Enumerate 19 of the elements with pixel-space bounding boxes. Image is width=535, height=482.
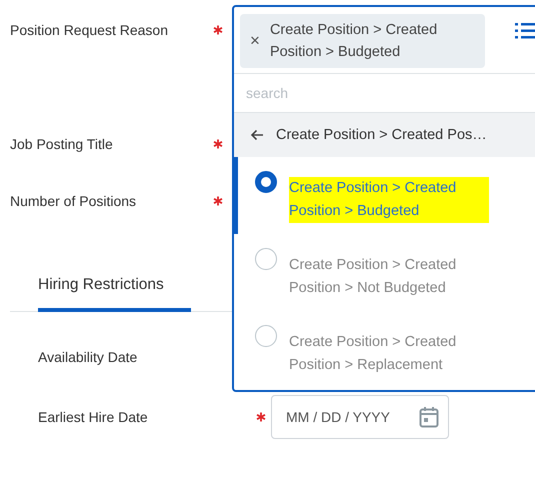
remove-button[interactable]: × xyxy=(250,19,260,63)
calendar-icon xyxy=(419,406,439,428)
option-text[interactable]: Create Position > Created Position > Budgeted xyxy=(289,177,489,223)
field-label: Earliest Hire Date xyxy=(38,409,149,425)
field-label: Position Request Reason xyxy=(10,22,169,38)
option-text[interactable]: Create Position > Created Position > Not Budgeted xyxy=(289,254,489,300)
section-tab[interactable]: Hiring Restrictions xyxy=(38,266,191,312)
radio-button[interactable] xyxy=(255,325,277,347)
field-label: Availability Date xyxy=(38,349,138,365)
back-button[interactable]: Create Position > Created Pos… xyxy=(234,113,535,157)
radio-button[interactable] xyxy=(255,171,277,193)
chip-text: Create Position > Created Position > Budgeted xyxy=(270,21,438,62)
field-label: Job Posting Title xyxy=(10,136,114,152)
radio-button[interactable] xyxy=(255,248,277,270)
list-icon[interactable] xyxy=(515,22,535,40)
field-label: Number of Positions xyxy=(10,193,138,209)
date-field[interactable]: MM / DD / YYYY xyxy=(271,395,449,439)
back-arrow-icon xyxy=(250,129,264,141)
option-text[interactable]: Create Position > Created Position > Replacement xyxy=(289,331,489,377)
